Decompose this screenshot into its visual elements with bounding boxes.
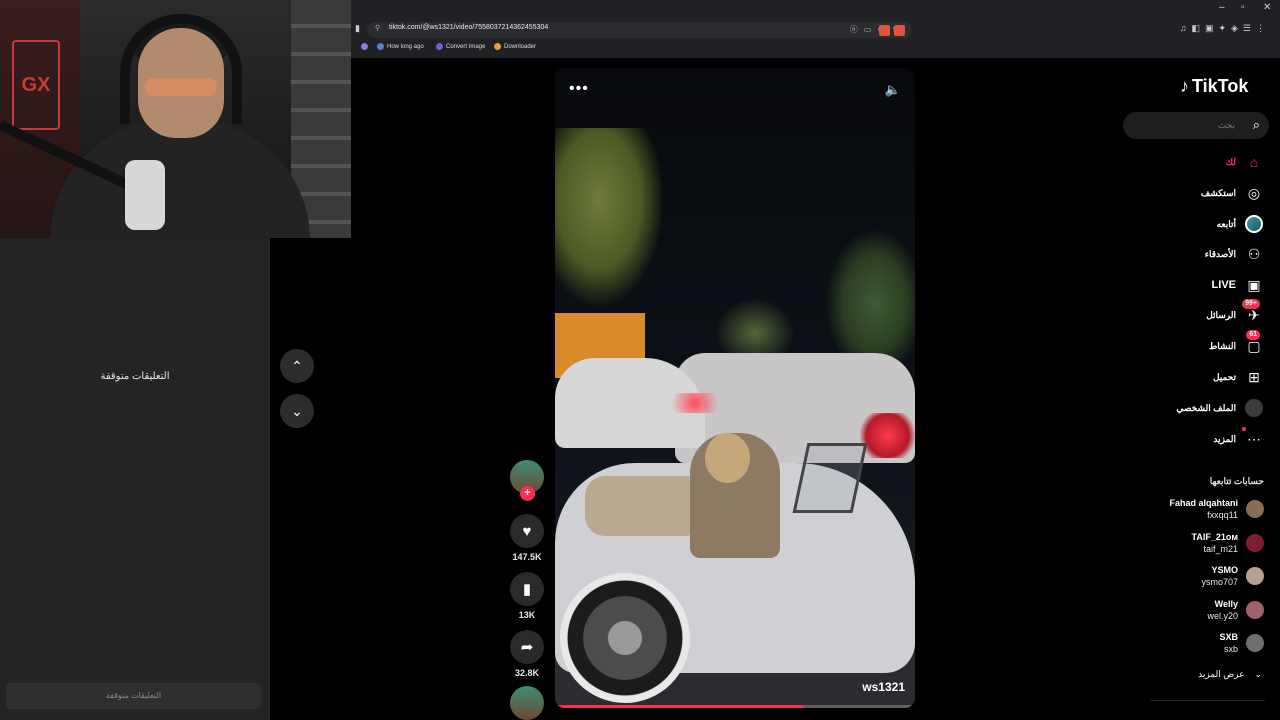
- avatar: [1246, 534, 1264, 552]
- live-icon: ▣: [1247, 276, 1261, 293]
- nav-upload[interactable]: تحميل ⊞: [1213, 366, 1264, 388]
- following-account[interactable]: TAIF_21ᴏᴍ taif_m21: [1192, 531, 1264, 555]
- like-button[interactable]: ♥: [510, 514, 544, 548]
- profile-icon: [1244, 398, 1264, 418]
- title-bar: – ▫ ✕: [351, 0, 1280, 20]
- sound-avatar[interactable]: [510, 686, 544, 720]
- heart-icon: ♥: [522, 522, 532, 540]
- nav-more[interactable]: المزيد ⋯: [1213, 427, 1264, 450]
- bookmark-icon: ▮: [522, 581, 532, 598]
- site-info-icon[interactable]: ⚲: [375, 24, 380, 32]
- following-account[interactable]: Welly wel.y20: [1207, 598, 1264, 622]
- video-player[interactable]: ••• 🔈 ws1321: [555, 68, 915, 708]
- speaker-icon[interactable]: 🔈: [885, 82, 901, 98]
- share-button[interactable]: ➦: [510, 630, 544, 664]
- streamer-webcam: GX: [0, 0, 351, 238]
- progress-track[interactable]: [555, 705, 915, 708]
- browser-toolbar-icons[interactable]: ♫◧▣✦◈☰⋮: [1180, 23, 1270, 34]
- nav-explore[interactable]: استكشف ◎: [1201, 182, 1264, 204]
- video-username[interactable]: ws1321: [862, 680, 905, 694]
- following-account[interactable]: Fahad alqahtani fxxqq11: [1169, 497, 1264, 521]
- progress-fill: [555, 705, 804, 708]
- bookmark-downloader[interactable]: Downloader: [494, 43, 536, 50]
- bookmark-apps[interactable]: [361, 43, 368, 50]
- divider: [1150, 700, 1265, 701]
- comment-input[interactable]: التعليقات متوقفة: [6, 683, 261, 709]
- follow-plus-icon[interactable]: +: [520, 486, 535, 501]
- following-account[interactable]: YSMO ysmo707: [1201, 564, 1264, 588]
- chevron-up-icon: ⌃: [291, 357, 303, 374]
- see-more-button[interactable]: عرض المزيد ⌄: [1198, 669, 1262, 680]
- friends-icon: ⚇: [1247, 245, 1261, 262]
- video-actions: + ♥ 147.5K ▮ 13K ➦ 32.8K: [510, 460, 546, 720]
- following-accounts-title: حسابات تتابعها: [1209, 476, 1264, 486]
- avatar: [1246, 601, 1264, 619]
- video-more-icon[interactable]: •••: [569, 80, 589, 98]
- maximize-button[interactable]: ▫: [1241, 2, 1245, 13]
- previous-video-button[interactable]: ⌃: [280, 349, 314, 383]
- share-count: 32.8K: [514, 668, 540, 678]
- nav-live[interactable]: LIVE ▣: [1212, 274, 1264, 296]
- following-avatar-icon: [1244, 214, 1264, 234]
- screen: GX – ▫ ✕ ▮ ⚲ tiktok.com/@ws1321/video/75…: [0, 0, 1280, 720]
- search-placeholder: بحث: [1217, 120, 1235, 130]
- tiktok-note-icon: ♪: [1180, 76, 1189, 96]
- compass-icon: ◎: [1247, 184, 1261, 201]
- bookmark-icon[interactable]: ▮: [355, 23, 360, 34]
- minimize-button[interactable]: –: [1219, 2, 1225, 13]
- avatar: [1246, 634, 1264, 652]
- comments-disabled-text: التعليقات متوقفة: [100, 371, 170, 382]
- comments-panel: التعليقات متوقفة التعليقات متوقفة: [0, 238, 270, 720]
- avatar: [1246, 567, 1264, 585]
- tiktok-logo[interactable]: ♪ TikTok: [1180, 76, 1248, 97]
- nav-messages[interactable]: الرسائل ✈ 99+: [1206, 299, 1264, 326]
- extension-badges[interactable]: [879, 23, 909, 41]
- chevron-down-icon: ⌄: [1254, 669, 1262, 679]
- following-account[interactable]: SXB sxb: [1219, 631, 1264, 655]
- close-window-button[interactable]: ✕: [1263, 2, 1271, 13]
- avatar: [1246, 500, 1264, 518]
- save-button[interactable]: ▮: [510, 572, 544, 606]
- address-row: ▮ ⚲ tiktok.com/@ws1321/video/75580372143…: [351, 20, 1280, 40]
- more-icon: ⋯: [1242, 427, 1264, 449]
- activity-icon: ▢ 61: [1246, 330, 1261, 354]
- url-text: tiktok.com/@ws1321/video/755803721436245…: [389, 24, 549, 31]
- browser-chrome: – ▫ ✕ ▮ ⚲ tiktok.com/@ws1321/video/75580…: [351, 0, 1280, 58]
- nav-friends[interactable]: الأصدقاء ⚇: [1205, 243, 1264, 265]
- bookmark-convert-image[interactable]: Convert Image: [436, 43, 485, 50]
- messages-badge: 99+: [1242, 299, 1260, 309]
- bookmarks-bar: How long ago Convert Image Downloader: [351, 40, 1280, 54]
- save-count: 13K: [518, 610, 536, 620]
- chevron-down-icon: ⌄: [291, 402, 303, 419]
- nav-for-you[interactable]: لك ⌂: [1226, 151, 1264, 173]
- nav-following[interactable]: أتابعه: [1217, 213, 1264, 235]
- search-icon[interactable]: ⌕: [1253, 117, 1260, 133]
- messages-icon: ✈ 99+: [1242, 299, 1264, 325]
- like-count: 147.5K: [512, 552, 542, 562]
- nav-activity[interactable]: النشاط ▢ 61: [1209, 330, 1264, 357]
- upload-icon: ⊞: [1248, 368, 1260, 385]
- bookmark-how-long-ago[interactable]: How long ago: [377, 43, 424, 50]
- home-icon: ⌂: [1249, 154, 1259, 170]
- next-video-button[interactable]: ⌄: [280, 394, 314, 428]
- activity-badge: 61: [1246, 330, 1260, 340]
- creator-avatar[interactable]: +: [510, 460, 544, 501]
- address-bar[interactable]: ⚲ tiktok.com/@ws1321/video/7558037214362…: [367, 22, 912, 38]
- share-arrow-icon: ➦: [520, 639, 534, 656]
- nav-profile[interactable]: الملف الشخصي: [1176, 397, 1264, 419]
- search-input[interactable]: بحث ⌕: [1123, 112, 1269, 139]
